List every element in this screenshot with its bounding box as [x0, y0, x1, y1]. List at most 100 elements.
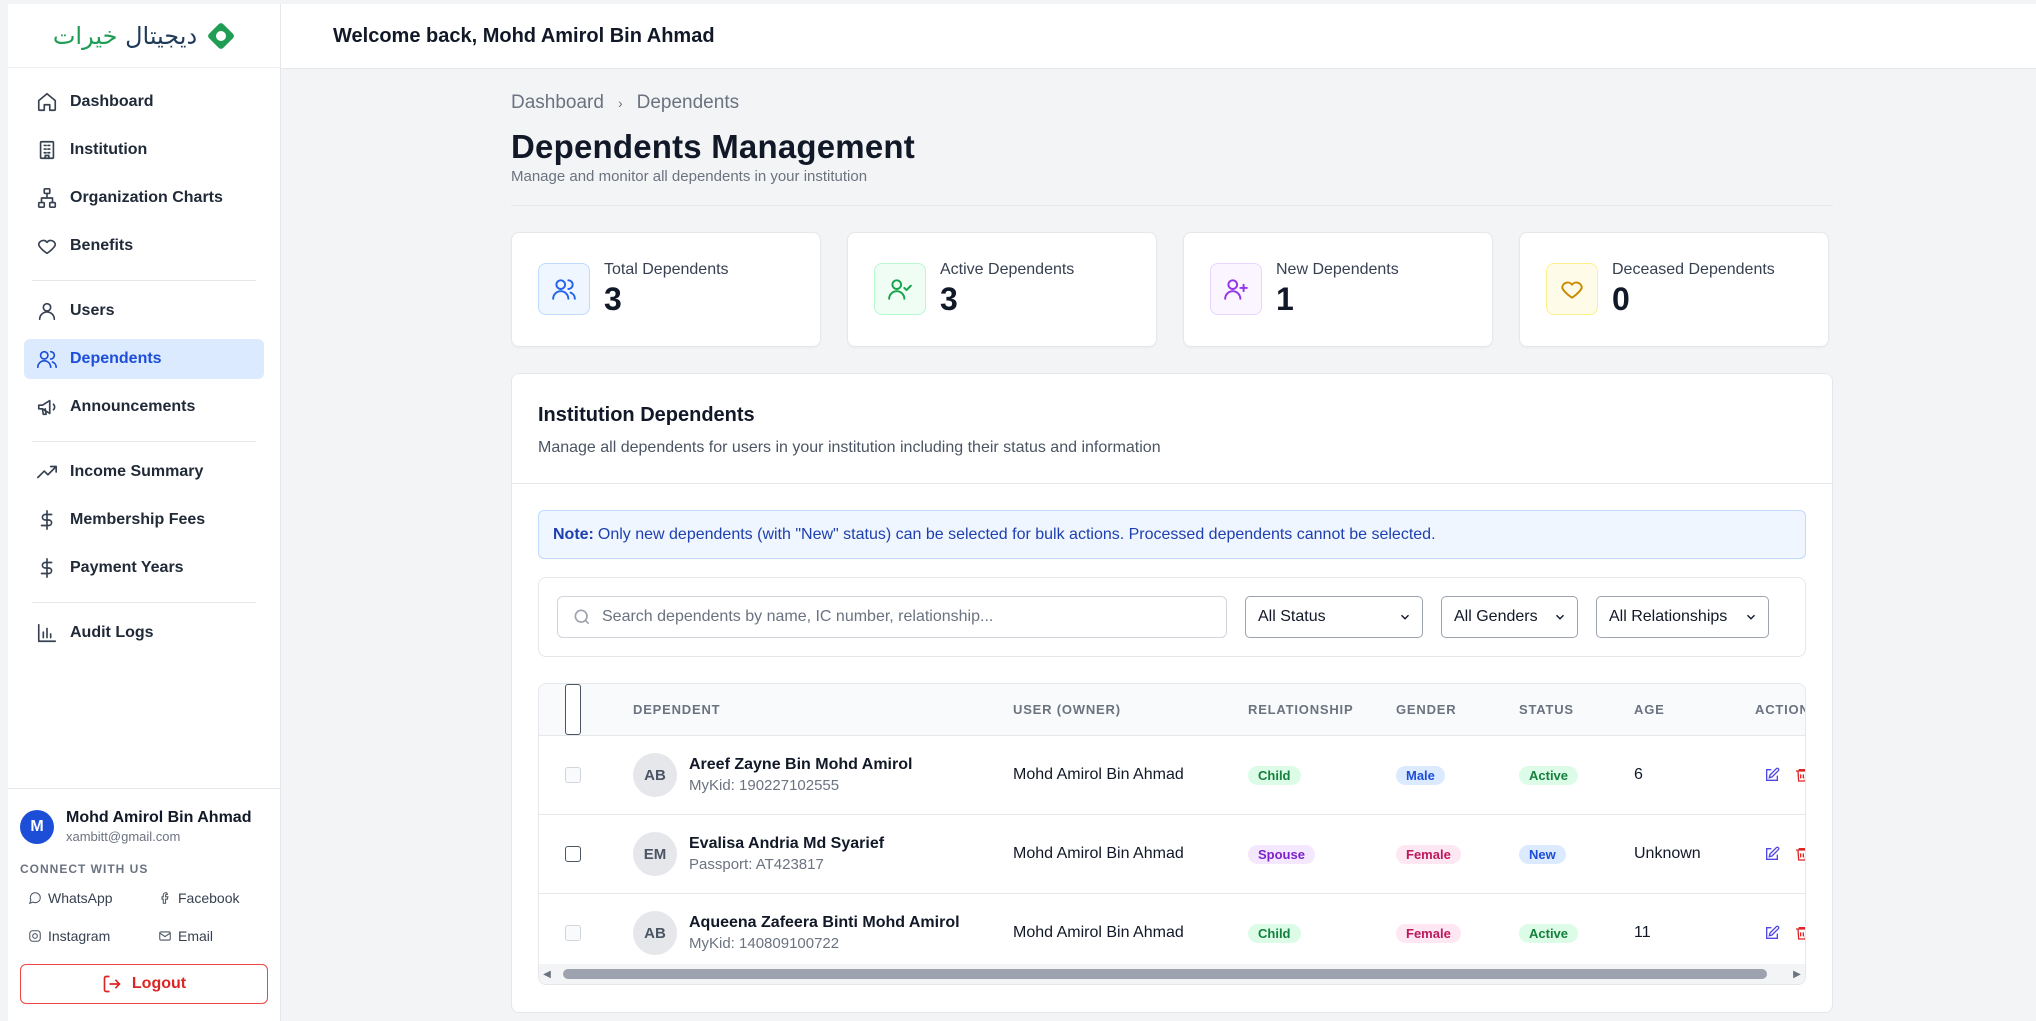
top-header: Welcome back, Mohd Amirol Bin Ahmad	[281, 4, 2036, 69]
column-header-actions: ACTIONS	[1755, 702, 1805, 717]
sidebar-item-membership-fees[interactable]: Membership Fees	[24, 500, 264, 540]
stat-icon-box	[1546, 262, 1598, 315]
breadcrumb-current: Dependents	[636, 92, 740, 113]
search-box[interactable]	[557, 596, 1227, 638]
horizontal-scrollbar[interactable]: ◀ ▶	[539, 964, 1805, 984]
bulk-action-note: Note: Only new dependents (with "New" st…	[538, 510, 1806, 559]
edit-icon[interactable]	[1764, 846, 1780, 862]
sidebar-item-dashboard[interactable]: Dashboard	[24, 82, 264, 122]
stat-deceased-dependents: Deceased Dependents 0	[1519, 232, 1829, 347]
column-header-dependent[interactable]: DEPENDENT	[633, 684, 720, 735]
facebook-icon	[161, 892, 169, 904]
breadcrumb-dashboard[interactable]: Dashboard	[511, 92, 604, 114]
sidebar-item-institution[interactable]: Institution	[24, 130, 264, 170]
instagram-link[interactable]: Instagram	[20, 928, 150, 944]
gender-filter-value: All Genders	[1454, 608, 1538, 625]
table-row[interactable]: AB Areef Zayne Bin Mohd Amirol MyKid: 19…	[539, 736, 1805, 815]
status-filter-select[interactable]: All Status	[1245, 596, 1423, 638]
facebook-link[interactable]: Facebook	[150, 890, 270, 906]
stat-label: Active Dependents	[940, 261, 1075, 278]
relationship-filter-select[interactable]: All Relationships	[1596, 596, 1769, 638]
heart-icon	[1561, 281, 1583, 299]
user-icon	[38, 302, 56, 321]
sidebar-item-label: Institution	[70, 141, 148, 158]
stat-icon-box	[874, 262, 926, 315]
sidebar-nav: Dashboard Institution Organization Chart…	[8, 82, 280, 653]
status-filter-value: All Status	[1258, 608, 1326, 625]
column-header-status[interactable]: STATUS	[1519, 684, 1574, 735]
search-icon	[574, 609, 590, 625]
row-checkbox[interactable]	[565, 846, 581, 862]
facebook-label: Facebook	[178, 890, 240, 906]
app-logo[interactable]: ديجيتال خيرات	[8, 4, 280, 68]
scroll-left-icon[interactable]: ◀	[539, 969, 555, 980]
trending-up-icon	[37, 465, 57, 479]
column-header-relationship[interactable]: RELATIONSHIP	[1248, 684, 1353, 735]
stat-label: New Dependents	[1276, 261, 1399, 278]
sidebar-item-payment-years[interactable]: Payment Years	[24, 548, 264, 588]
building-icon	[39, 140, 55, 160]
stat-value: 0	[1612, 281, 1630, 317]
sidebar-item-dependents[interactable]: Dependents	[24, 339, 264, 379]
trash-icon[interactable]	[1794, 767, 1806, 783]
avatar: M	[20, 809, 54, 844]
megaphone-icon	[37, 399, 56, 416]
dependents-table: DEPENDENT USER (OWNER) RELATIONSHIP GEND…	[538, 683, 1806, 985]
sidebar-item-organization-charts[interactable]: Organization Charts	[24, 178, 264, 218]
stat-label: Deceased Dependents	[1612, 261, 1775, 278]
row-checkbox	[565, 767, 581, 783]
age-value: 11	[1634, 924, 1651, 941]
scrollbar-thumb[interactable]	[563, 969, 1767, 979]
connect-heading: CONNECT WITH US	[20, 862, 149, 876]
stat-total-dependents: Total Dependents 3	[511, 232, 821, 347]
edit-icon[interactable]	[1764, 767, 1780, 783]
table-row[interactable]: EM Evalisa Andria Md Syarief Passport: A…	[539, 815, 1805, 894]
table-header: DEPENDENT USER (OWNER) RELATIONSHIP GEND…	[539, 684, 1805, 736]
whatsapp-label: WhatsApp	[48, 890, 113, 906]
stat-value: 1	[1276, 281, 1294, 317]
sidebar-item-audit-logs[interactable]: Audit Logs	[24, 613, 264, 653]
chevron-down-icon	[1747, 614, 1755, 620]
panel-title: Institution Dependents	[538, 404, 755, 426]
sidebar-item-label: Income Summary	[70, 463, 204, 480]
age-value: 6	[1634, 766, 1643, 783]
table-row[interactable]: AB Aqueena Zafeera Binti Mohd Amirol MyK…	[539, 894, 1805, 973]
avatar: EM	[633, 832, 677, 876]
page-title: Dependents Management	[511, 128, 915, 165]
sidebar-item-income-summary[interactable]: Income Summary	[24, 452, 264, 492]
stats-grid: Total Dependents 3 Active Dependents 3 N…	[511, 232, 1833, 347]
logout-label: Logout	[131, 975, 187, 992]
logout-button[interactable]: Logout	[20, 964, 268, 1004]
user-profile[interactable]: M Mohd Amirol Bin Ahmad xambitt@gmail.co…	[20, 809, 268, 844]
select-all-checkbox[interactable]	[565, 684, 581, 735]
sidebar-item-benefits[interactable]: Benefits	[24, 226, 264, 266]
sidebar-item-users[interactable]: Users	[24, 291, 264, 331]
user-name: Mohd Amirol Bin Ahmad	[66, 809, 252, 826]
whatsapp-link[interactable]: WhatsApp	[20, 890, 150, 906]
email-link[interactable]: Email	[150, 928, 270, 944]
gender-filter-select[interactable]: All Genders	[1441, 596, 1578, 638]
divider	[511, 205, 1833, 206]
sidebar-item-label: Benefits	[70, 237, 134, 254]
heart-icon	[37, 239, 57, 255]
relationship-badge: Child	[1248, 923, 1301, 943]
instagram-icon	[29, 930, 41, 942]
column-header-age[interactable]: AGE	[1634, 684, 1665, 735]
sidebar-item-label: Users	[70, 302, 115, 319]
search-input[interactable]	[602, 608, 1202, 626]
panel-header: Institution Dependents Manage all depend…	[512, 374, 1832, 484]
email-label: Email	[178, 928, 214, 944]
sidebar-item-announcements[interactable]: Announcements	[24, 387, 264, 427]
social-links: WhatsApp Facebook Instagram Email	[20, 890, 268, 944]
stat-icon-box	[538, 262, 590, 315]
gender-badge: Male	[1396, 765, 1445, 785]
column-header-gender[interactable]: GENDER	[1396, 684, 1456, 735]
scroll-right-icon[interactable]: ▶	[1789, 969, 1805, 980]
sidebar-footer: M Mohd Amirol Bin Ahmad xambitt@gmail.co…	[8, 788, 280, 1004]
chevron-down-icon	[1401, 614, 1409, 620]
trash-icon[interactable]	[1794, 846, 1806, 862]
column-header-owner[interactable]: USER (OWNER)	[1013, 684, 1121, 735]
edit-icon[interactable]	[1764, 925, 1780, 941]
sidebar-item-label: Announcements	[70, 398, 196, 415]
trash-icon[interactable]	[1794, 925, 1806, 941]
